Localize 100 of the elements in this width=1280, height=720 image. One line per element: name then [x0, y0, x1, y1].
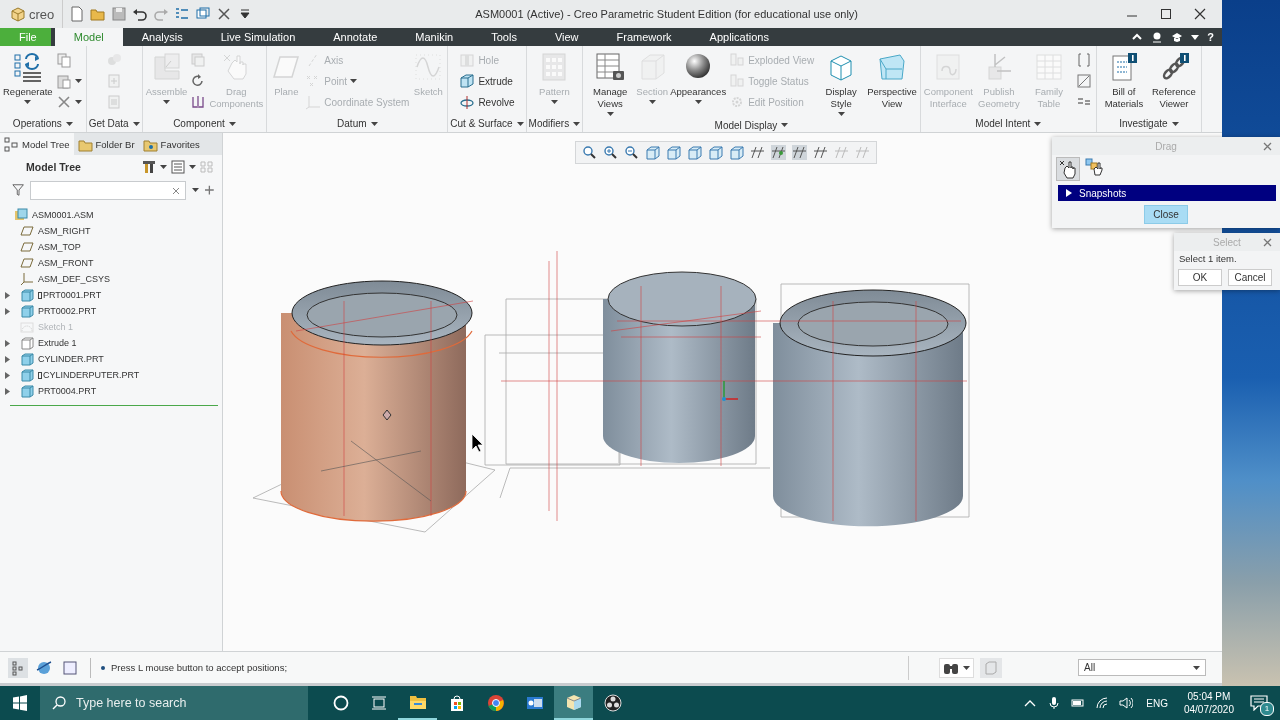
part-icon [20, 368, 34, 382]
ribbon-button[interactable]: Perspective View [866, 49, 918, 112]
bullet-icon [101, 665, 105, 670]
snapshots-section[interactable]: Snapshots [1058, 185, 1276, 201]
filter-dropdown[interactable]: All [1078, 659, 1206, 676]
hand-icon[interactable] [1056, 157, 1080, 181]
group-menu[interactable]: Get Data [88, 115, 140, 132]
brackets-icon [1075, 52, 1092, 68]
cancel-button[interactable]: Cancel [1228, 269, 1272, 286]
ok-button[interactable]: OK [1178, 269, 1222, 286]
ribbon-button[interactable]: Reference Viewer [1148, 49, 1199, 112]
find-button[interactable] [939, 657, 974, 678]
zoom-out-icon[interactable] [624, 145, 639, 160]
expand-arrow-icon[interactable] [4, 371, 11, 379]
tree-item[interactable]: ASM_RIGHT [0, 223, 222, 239]
table-icon [594, 51, 627, 83]
group-menu[interactable]: Model Intent [922, 115, 1094, 132]
ribbon-tab[interactable]: Model [54, 28, 123, 46]
ribbon-button[interactable]: Bill of Materials [1098, 49, 1149, 112]
notification-badge: 1 [1260, 702, 1274, 716]
tree-item[interactable]: PRT0002.PRT [0, 303, 222, 319]
ribbon-tab[interactable]: Framework [597, 28, 691, 46]
ribbon-button[interactable]: Appearances [669, 49, 728, 106]
caret-icon [1171, 121, 1179, 126]
caret-icon [573, 121, 581, 126]
group-menu[interactable]: Model Display [585, 118, 918, 132]
expand-arrow-icon[interactable] [4, 355, 11, 363]
filter-icon[interactable] [12, 183, 25, 197]
expand-arrow-icon[interactable] [4, 339, 11, 347]
close-button[interactable]: Close [1144, 205, 1188, 224]
caret-icon[interactable] [1191, 34, 1200, 40]
ribbon-button[interactable]: Regenerate [2, 49, 54, 106]
tree-item[interactable]: CYLINDER.PRT [0, 351, 222, 367]
tree-item[interactable]: ASM_TOP [0, 239, 222, 255]
tree-item[interactable]: PRT0001.PRT [0, 287, 222, 303]
notifications-icon[interactable] [1250, 695, 1268, 711]
ribbon-tab[interactable]: Live Simulation [201, 28, 315, 46]
ribbon-tab[interactable]: Manikin [396, 28, 473, 46]
expand-arrow-icon[interactable] [4, 291, 11, 299]
regenerate-icon[interactable] [174, 6, 191, 22]
part-icon [20, 304, 34, 318]
ribbon-tab[interactable]: View [535, 28, 598, 46]
clock[interactable]: 05:04 PM 04/07/2020 [1175, 690, 1242, 716]
language-indicator[interactable]: ENG [1138, 697, 1176, 709]
panel-tab[interactable]: Favorites [138, 133, 204, 155]
new-file-icon[interactable] [69, 6, 86, 22]
tree-item[interactable]: PRT0004.PRT [0, 383, 222, 399]
ribbon-tab[interactable]: Tools [472, 28, 536, 46]
blocks-icon [729, 73, 746, 89]
clear-icon[interactable] [172, 186, 181, 195]
expand-arrow-icon[interactable] [4, 387, 11, 395]
caret-icon [132, 121, 140, 126]
panel-tab[interactable]: Folder Br [73, 133, 139, 155]
group-menu[interactable]: Component [144, 115, 265, 132]
ribbon-button[interactable]: Manage Views [585, 49, 636, 118]
panel-tab[interactable]: Model Tree [0, 133, 74, 155]
tree-item[interactable]: Extrude 1 [0, 335, 222, 351]
window-title: ASM0001 (Active) - Creo Parametric Student Edition (for educational use only) [474, 8, 859, 20]
caret-icon[interactable] [160, 165, 167, 169]
ribbon-button[interactable]: Extrude [457, 72, 517, 90]
tree-item[interactable]: ASM_FRONT [0, 255, 222, 271]
search-field[interactable]: Type here to search [40, 686, 308, 720]
tree-icon[interactable] [8, 657, 28, 678]
hammer-icon[interactable] [142, 160, 156, 174]
caret-icon [516, 121, 524, 126]
search-field[interactable] [30, 180, 187, 200]
expand-arrow-icon[interactable] [4, 307, 11, 315]
group-menu[interactable]: Datum [269, 115, 446, 132]
undo-icon[interactable] [132, 6, 149, 22]
windows-icon[interactable] [195, 6, 212, 22]
dialog-title: Select [1213, 236, 1241, 248]
caret-icon[interactable] [189, 165, 196, 169]
delete-icon [55, 94, 72, 110]
group-menu[interactable]: Investigate [1098, 115, 1199, 132]
ribbon-tab[interactable]: Applications [690, 28, 788, 46]
axes-icon [305, 94, 322, 110]
assembly-icon [14, 208, 28, 222]
ribbon-tab[interactable]: Annotate [314, 28, 397, 46]
tree-item[interactable]: ASM0001.ASM [0, 207, 222, 223]
caret-icon [370, 121, 378, 126]
snapshot-hand-icon[interactable] [1084, 157, 1106, 179]
tree-item[interactable]: CYLINDERPUTER.PRT [0, 367, 222, 383]
ribbon-button[interactable]: Revolve [457, 93, 517, 111]
group-menu[interactable]: Operations [2, 115, 84, 132]
caret-icon[interactable] [192, 188, 200, 192]
help-button[interactable]: ? [1207, 31, 1214, 43]
caret-icon [648, 100, 656, 104]
group-menu[interactable]: Cut & Surface [450, 115, 524, 132]
ribbon-tab[interactable]: Analysis [122, 28, 202, 46]
zoom-in-icon[interactable] [603, 145, 618, 160]
close-windows-icon[interactable] [216, 6, 233, 22]
paste-icon [55, 73, 72, 89]
learning-icon[interactable] [1171, 31, 1184, 43]
tree-item[interactable]: ASM_DEF_CSYS [0, 271, 222, 287]
add-icon[interactable] [205, 185, 214, 195]
zoom-fit-icon[interactable] [582, 145, 597, 160]
folder-icon [408, 693, 427, 711]
group-menu[interactable]: Modifiers [528, 115, 581, 132]
ribbon-button[interactable]: Display Style [816, 49, 867, 118]
panel-title: Model Tree [26, 161, 81, 173]
